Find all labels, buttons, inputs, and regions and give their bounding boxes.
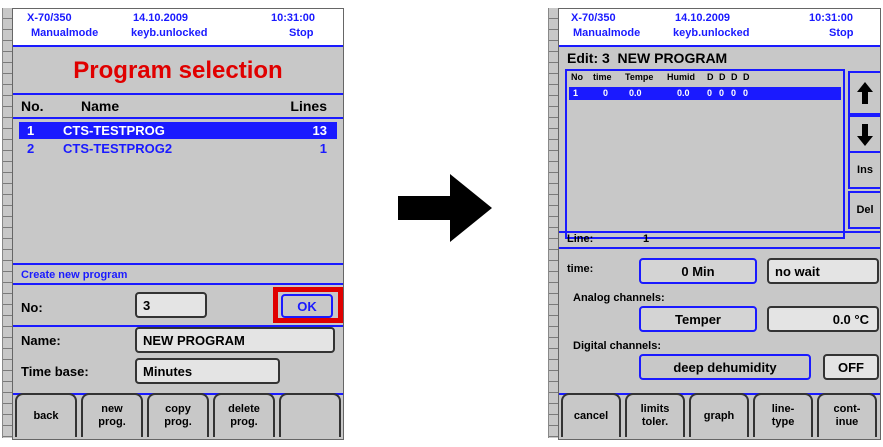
program-number-field[interactable]: 3 [135, 292, 207, 318]
cell-temp: 0.0 [629, 88, 642, 98]
right-screen: X-70/350 14.10.2009 10:31:00 Manualmode … [558, 8, 881, 440]
insert-line-button[interactable]: Ins [848, 151, 880, 189]
date-label: 14.10.2009 [133, 12, 189, 24]
row-name: CTS-TESTPROG2 [63, 141, 173, 156]
cell-d4: 0 [743, 88, 749, 98]
mode-label: Manualmode [31, 27, 99, 39]
table-row[interactable]: 1 0 0.0 0.0 0 0 0 0 [569, 87, 841, 100]
digital-channels-label: Digital channels: [573, 340, 662, 352]
table-header: No. Name Lines [13, 93, 343, 119]
line-label: Line: [567, 233, 594, 245]
wait-field[interactable]: no wait [767, 258, 879, 284]
scroll-up-button[interactable] [848, 71, 880, 115]
continue-button[interactable]: cont- inue [817, 393, 877, 437]
lines-table: No time Tempe Humid D D D D 1 0 0.0 0.0 … [565, 69, 845, 239]
arrow-right-icon [398, 174, 492, 242]
delete-program-button[interactable]: delete prog. [213, 393, 275, 437]
divider [559, 247, 880, 249]
limits-tolerance-button[interactable]: limits toler. [625, 393, 685, 437]
mode-label: Manualmode [573, 27, 641, 39]
arrow-up-icon [857, 82, 873, 104]
line-type-button[interactable]: line- type [753, 393, 813, 437]
model-label: X-70/350 [27, 12, 72, 24]
line-value: 1 [643, 233, 650, 245]
edit-title: Edit: 3 NEW PROGRAM [567, 50, 728, 66]
status-header: X-70/350 14.10.2009 10:31:00 Manualmode … [13, 9, 343, 47]
timebase-label: Time base: [21, 364, 89, 379]
keyb-label: keyb.unlocked [673, 27, 750, 39]
digital-channel-name[interactable]: deep dehumidity [639, 354, 811, 380]
cell-d1: 0 [707, 88, 713, 98]
copy-program-button[interactable]: copy prog. [147, 393, 209, 437]
col-d2: D [719, 72, 726, 82]
time-label: 10:31:00 [271, 12, 316, 24]
col-no: No. [21, 98, 44, 114]
cell-d3: 0 [731, 88, 737, 98]
time-field-label: time: [567, 263, 594, 275]
col-name: Name [81, 98, 120, 114]
col-temp: Tempe [625, 72, 654, 82]
analog-channel-name[interactable]: Temper [639, 306, 757, 332]
left-ruler [2, 8, 12, 438]
state-label: Stop [829, 27, 854, 39]
row-name: CTS-TESTPROG [63, 123, 165, 138]
keyb-label: keyb.unlocked [131, 27, 208, 39]
table-row[interactable]: 2 CTS-TESTPROG2 1 [19, 140, 337, 157]
new-program-button[interactable]: new prog. [81, 393, 143, 437]
scroll-down-button[interactable] [848, 115, 880, 155]
analog-channels-label: Analog channels: [573, 292, 665, 304]
col-lines: Lines [290, 98, 327, 114]
row-no: 2 [27, 141, 35, 156]
status-header: X-70/350 14.10.2009 10:31:00 Manualmode … [559, 9, 880, 47]
arrow-down-icon [857, 124, 873, 146]
cell-humid: 0.0 [677, 88, 690, 98]
cell-d2: 0 [719, 88, 725, 98]
time-label: 10:31:00 [809, 12, 854, 24]
table-header: No time Tempe Humid D D D D [567, 71, 843, 85]
row-lines: 13 [312, 123, 327, 138]
cell-no: 1 [573, 88, 579, 98]
left-screen: X-70/350 14.10.2009 10:31:00 Manualmode … [12, 8, 344, 440]
timebase-field[interactable]: Minutes [135, 358, 280, 384]
ok-button[interactable]: OK [281, 294, 333, 318]
state-label: Stop [289, 27, 314, 39]
back-button[interactable]: back [15, 393, 77, 437]
col-d3: D [731, 72, 738, 82]
model-label: X-70/350 [571, 12, 616, 24]
name-label: Name: [21, 333, 61, 348]
col-d4: D [743, 72, 750, 82]
empty-softkey[interactable] [279, 393, 341, 437]
row-lines: 1 [319, 141, 327, 156]
program-name-field[interactable]: NEW PROGRAM [135, 327, 335, 353]
row-no: 1 [27, 123, 35, 138]
no-label: No: [21, 300, 43, 315]
digital-channel-state[interactable]: OFF [823, 354, 879, 380]
cell-time: 0 [603, 88, 609, 98]
delete-line-button[interactable]: Del [848, 191, 880, 229]
divider [559, 231, 880, 233]
graph-button[interactable]: graph [689, 393, 749, 437]
col-d1: D [707, 72, 714, 82]
col-humid: Humid [667, 72, 695, 82]
create-section-title: Create new program [13, 263, 343, 285]
col-no: No [571, 72, 583, 82]
time-field[interactable]: 0 Min [639, 258, 757, 284]
analog-channel-value[interactable]: 0.0 °C [767, 306, 879, 332]
table-row[interactable]: 1 CTS-TESTPROG 13 [19, 122, 337, 139]
right-ruler [548, 8, 558, 438]
cancel-button[interactable]: cancel [561, 393, 621, 437]
date-label: 14.10.2009 [675, 12, 731, 24]
col-time: time [593, 72, 612, 82]
page-title: Program selection [73, 57, 283, 84]
